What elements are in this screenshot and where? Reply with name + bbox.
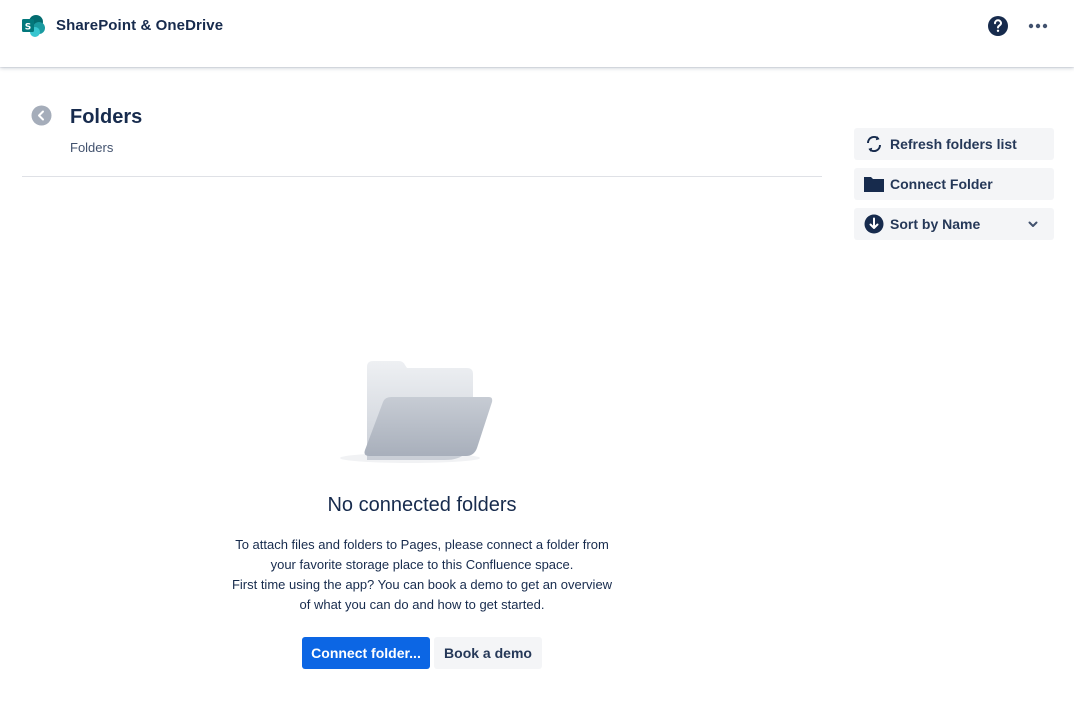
connect-folder-label: Connect Folder (890, 176, 993, 192)
divider (22, 176, 822, 177)
breadcrumb[interactable]: Folders (70, 140, 113, 155)
more-horizontal-icon[interactable] (1027, 15, 1049, 37)
empty-state-title: No connected folders (327, 494, 517, 516)
app-title: SharePoint & OneDrive (56, 17, 224, 34)
empty-folder-illustration (340, 361, 493, 463)
refresh-folders-label: Refresh folders list (890, 136, 1017, 152)
empty-state-line: First time using the app? You can book a… (231, 577, 613, 592)
sort-dropdown[interactable]: Sort by Name (854, 208, 1054, 240)
empty-state-description: To attach files and folders to Pages, pl… (192, 535, 652, 615)
app-header: S SharePoint & OneDrive (0, 0, 1074, 67)
sort-label: Sort by Name (890, 216, 981, 232)
empty-state-line: of what you can do and how to get starte… (299, 597, 545, 612)
empty-state-line: To attach files and folders to Pages, pl… (235, 537, 609, 552)
svg-text:S: S (25, 23, 31, 33)
question-circle-icon[interactable] (987, 15, 1009, 37)
refresh-folders-button[interactable]: Refresh folders list (854, 128, 1054, 160)
page-title: Folders (70, 106, 143, 128)
folder-icon (864, 177, 884, 192)
book-demo-button[interactable]: Book a demo (434, 637, 542, 669)
connect-folder-primary-button[interactable]: Connect folder... (302, 637, 430, 669)
connect-folder-button[interactable]: Connect Folder (854, 168, 1054, 200)
sharepoint-logo-icon: S (22, 15, 45, 37)
chevron-left-circle-icon[interactable] (31, 105, 52, 126)
refresh-icon (866, 135, 882, 153)
arrow-down-circle-icon (864, 214, 884, 234)
empty-state-line: your favorite storage place to this Conf… (270, 557, 574, 572)
chevron-down-icon (1028, 221, 1038, 227)
